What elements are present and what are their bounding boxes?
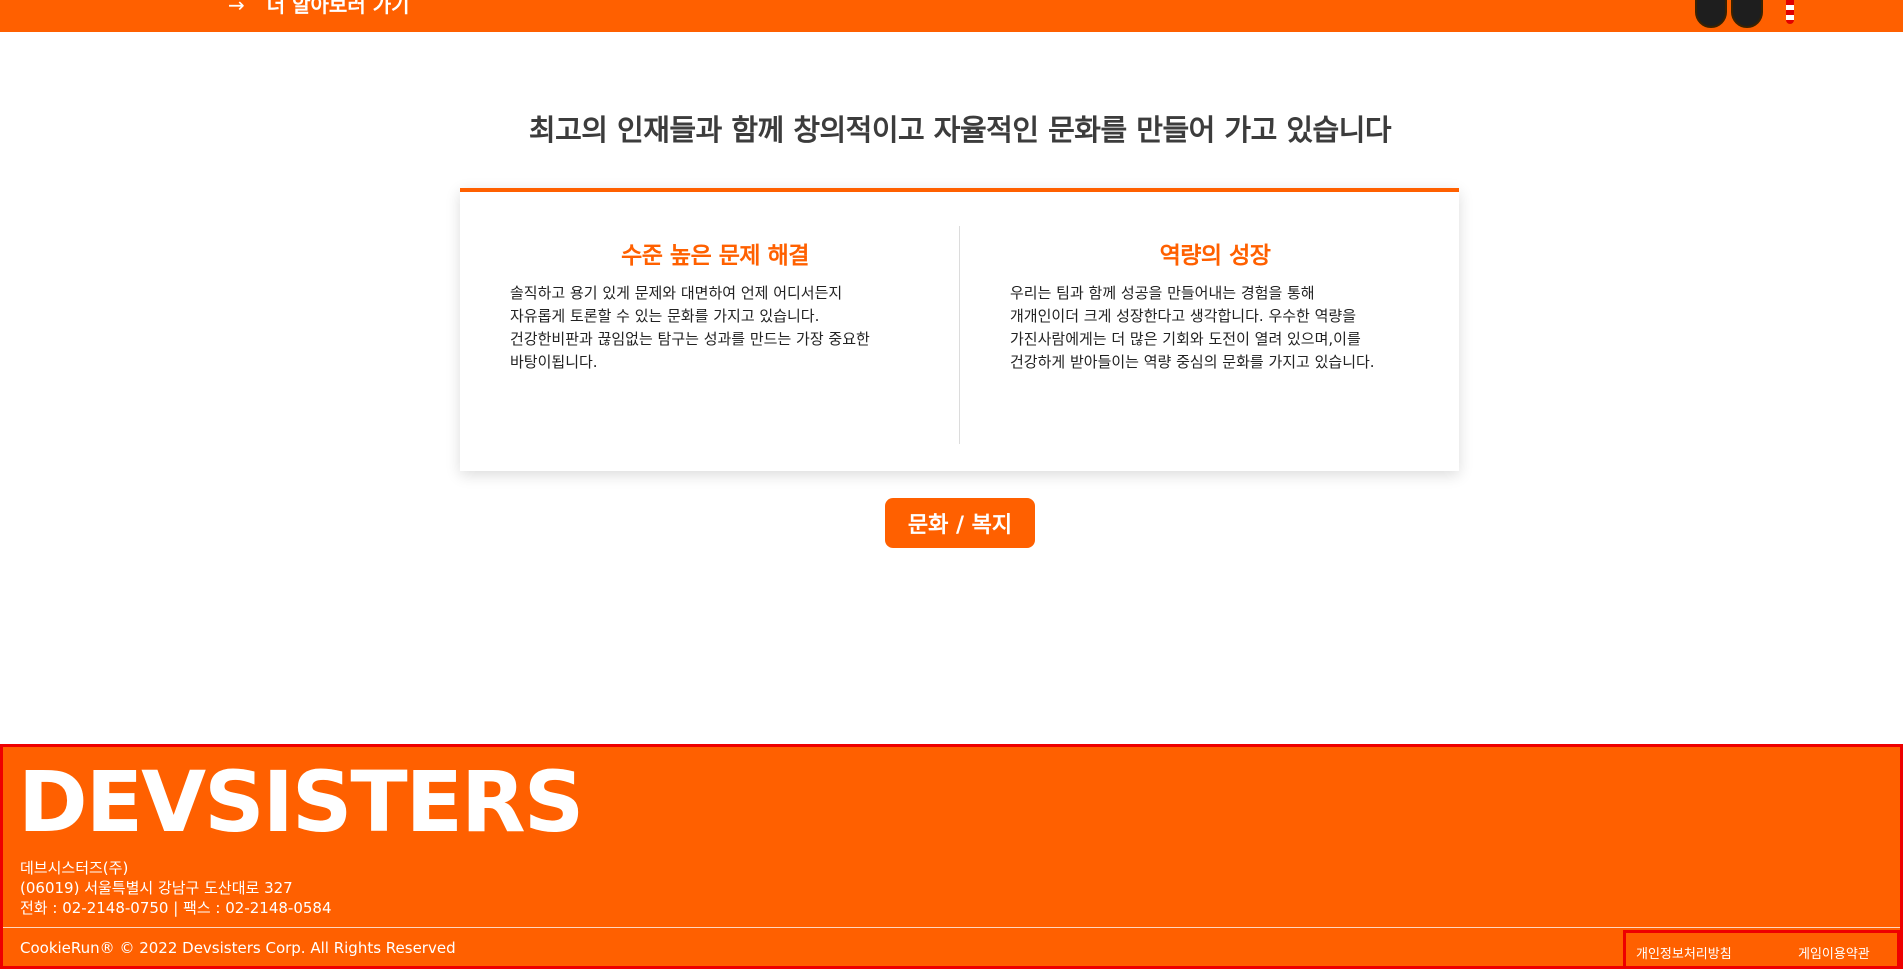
footer-links: 개인정보처리방침 게임이용약관 (1623, 930, 1900, 969)
copyright-text: CookieRun® © 2022 Devsisters Corp. All R… (20, 939, 456, 957)
values-card: 수준 높은 문제 해결 솔직하고 용기 있게 문제와 대면하여 언제 어디서든지… (460, 188, 1459, 471)
top-banner: → 더 알아보러 가기 (0, 0, 1903, 32)
candy-cane-icon (1786, 0, 1794, 24)
culture-headline: 최고의 인재들과 함께 창의적이고 자율적인 문화를 만들어 가고 있습니다 (528, 113, 1392, 147)
privacy-policy-link[interactable]: 개인정보처리방침 (1636, 943, 1732, 962)
value-description: 솔직하고 용기 있게 문제와 대면하여 언제 어디서든지 자유롭게 토론할 수 … (510, 284, 870, 371)
value-description: 우리는 팀과 함께 성공을 만들어내는 경험을 통해 개개인이더 크게 성장한다… (1010, 284, 1375, 371)
company-contact: 전화 : 02-2148-0750 | 팩스 : 02-2148-0584 (20, 899, 332, 917)
learn-more-link[interactable]: → 더 알아보러 가기 (228, 0, 410, 18)
value-growth: 역량의 성장 우리는 팀과 함께 성공을 만들어내는 경험을 통해 개개인이더 … (1010, 236, 1440, 374)
devsisters-logo[interactable]: DEVSISTERS (18, 747, 584, 857)
right-arrow-icon: → (228, 0, 245, 17)
learn-more-label: 더 알아보러 가기 (266, 0, 410, 17)
value-title: 수준 높은 문제 해결 (621, 243, 809, 269)
card-divider (959, 226, 960, 444)
value-problem-solving: 수준 높은 문제 해결 솔직하고 용기 있게 문제와 대면하여 언제 어디서든지… (510, 236, 940, 374)
terms-of-service-link[interactable]: 게임이용약관 (1798, 943, 1870, 962)
company-info: 데브시스터즈(주) (06019) 서울특별시 강남구 도산대로 327 전화 … (20, 858, 332, 918)
value-title: 역량의 성장 (1159, 243, 1271, 269)
culture-welfare-button[interactable]: 문화 / 복지 (885, 498, 1035, 548)
company-address: (06019) 서울특별시 강남구 도산대로 327 (20, 879, 293, 897)
footer-divider (3, 927, 1900, 928)
boot-left (1695, 0, 1727, 28)
site-footer: DEVSISTERS 데브시스터즈(주) (06019) 서울특별시 강남구 도… (0, 744, 1903, 969)
boot-right (1731, 0, 1763, 28)
boots-icon (1695, 0, 1763, 28)
company-name: 데브시스터즈(주) (20, 859, 129, 877)
